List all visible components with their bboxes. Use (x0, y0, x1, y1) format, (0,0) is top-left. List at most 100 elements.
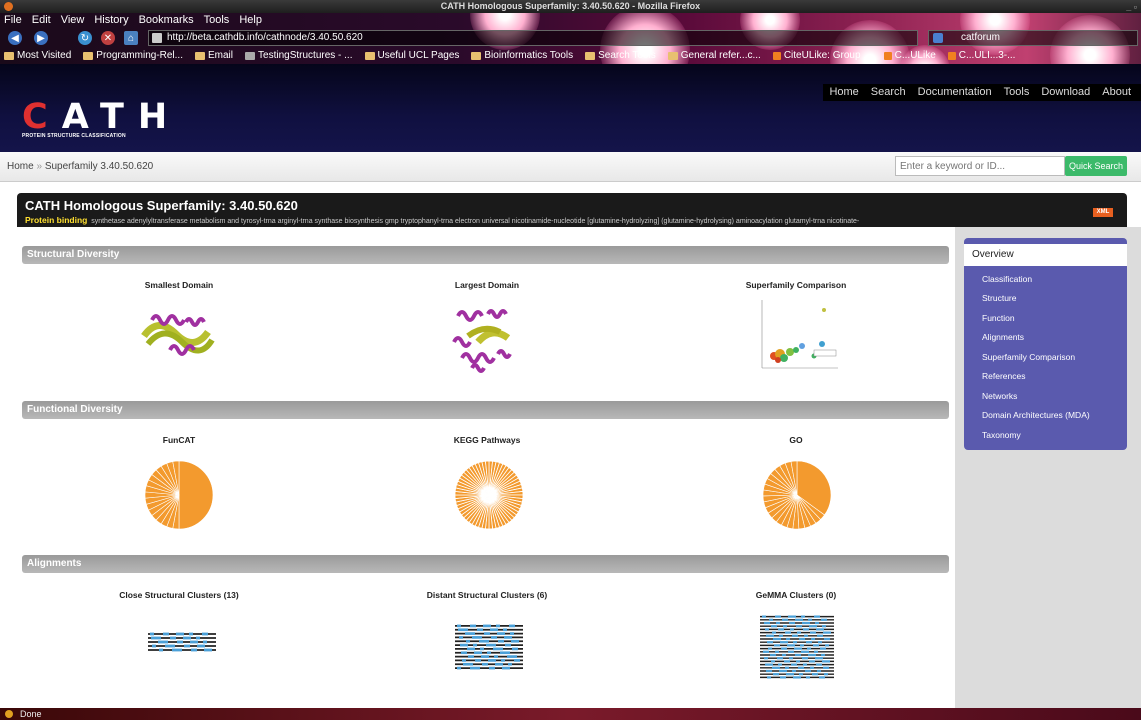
bookmark-label: Bioinformatics Tools (484, 50, 574, 61)
sidebar-item-classification[interactable]: Classification (982, 274, 1032, 284)
keyword-search-input[interactable] (895, 156, 1065, 176)
window-controls[interactable]: _ ▫ (1126, 1, 1137, 14)
bookmark-item[interactable]: Programming-Rel... (79, 48, 191, 64)
bookmark-item[interactable]: Useful UCL Pages (361, 48, 468, 64)
alignment-block (804, 634, 808, 637)
menu-file[interactable]: File (4, 13, 22, 28)
sidebar-item-superfamily-comparison[interactable]: Superfamily Comparison (982, 352, 1075, 362)
largest-domain-image[interactable] (448, 302, 518, 376)
bookmark-item[interactable]: C...ULI...3-... (944, 48, 1024, 64)
menu-edit[interactable]: Edit (32, 13, 51, 28)
sidebar-item-structure[interactable]: Structure (982, 293, 1017, 303)
alignment-block (489, 666, 495, 670)
alignment-block (816, 663, 822, 666)
alignment-block (820, 647, 826, 650)
bookmark-label: C...ULI...3-... (958, 50, 1016, 61)
close-clusters-alignment[interactable] (146, 632, 218, 652)
alignment-block (782, 653, 786, 657)
quick-search-button[interactable]: Quick Search (1065, 156, 1127, 176)
bookmark-item[interactable]: C...ULike (880, 48, 944, 64)
sidebar-item-taxonomy[interactable]: Taxonomy (982, 430, 1021, 440)
alignment-block (811, 637, 815, 641)
xml-button[interactable]: XML (1093, 208, 1113, 217)
bookmark-item[interactable]: Most Visited (0, 48, 79, 64)
stop-icon[interactable]: ✕ (101, 31, 115, 45)
alignment-block (802, 621, 810, 625)
alignment-block (459, 636, 463, 639)
status-text: Done (20, 709, 42, 719)
bookmark-item[interactable]: Bioinformatics Tools (467, 48, 581, 64)
alignment-block (779, 669, 787, 673)
menu-help[interactable]: Help (239, 13, 262, 28)
menu-tools[interactable]: Tools (204, 13, 230, 28)
sidebar-item-networks[interactable]: Networks (982, 391, 1017, 401)
alignment-block (819, 676, 825, 679)
folder-icon (83, 52, 94, 60)
nav-search[interactable]: Search (865, 84, 912, 101)
alignment-block (470, 624, 476, 628)
forward-icon[interactable]: ▶ (34, 31, 48, 45)
alignment-block (775, 650, 779, 653)
kegg-pie-chart[interactable] (453, 459, 525, 531)
cath-logo[interactable]: CATH (22, 97, 181, 137)
bookmark-item[interactable]: General refer...c... (664, 48, 769, 64)
column-title: Superfamily Comparison (745, 280, 847, 290)
menu-view[interactable]: View (61, 13, 85, 28)
bookmark-item[interactable]: TestingStructures - ... (241, 48, 360, 64)
funcat-pie-chart[interactable] (143, 459, 215, 531)
alignment-block (468, 655, 474, 658)
alignment-block (769, 618, 773, 621)
alignment-block (511, 639, 519, 643)
sidebar-item-function[interactable]: Function (982, 313, 1015, 323)
keyword-line: Protein binding synthetase adenylyltrans… (25, 215, 1085, 225)
sidebar-item-references[interactable]: References (982, 371, 1025, 381)
alignment-block (817, 634, 823, 637)
bookmark-item[interactable]: Email (191, 48, 241, 64)
nav-about[interactable]: About (1096, 84, 1137, 101)
alignment-block (196, 636, 200, 640)
sidebar-item-alignments[interactable]: Alignments (982, 332, 1024, 342)
alignment-block (463, 662, 469, 666)
nav-documentation[interactable]: Documentation (912, 84, 998, 101)
alignment-block (766, 634, 774, 637)
alignment-block (775, 615, 781, 618)
site-identity-icon[interactable] (152, 33, 162, 43)
reload-icon[interactable]: ↻ (78, 31, 92, 45)
bookmark-label: Most Visited (17, 50, 72, 61)
browser-search-input[interactable]: catforum (928, 30, 1138, 46)
gemma-clusters-alignment[interactable] (758, 615, 836, 679)
back-icon[interactable]: ◀ (8, 31, 22, 45)
bookmark-item[interactable]: Search Tools (581, 48, 664, 64)
alignment-block (512, 647, 518, 651)
home-icon[interactable]: ⌂ (124, 31, 138, 45)
url-bar[interactable]: http://beta.cathdb.info/cathnode/3.40.50… (148, 30, 918, 46)
smallest-domain-image[interactable] (138, 306, 218, 362)
alignment-block (492, 643, 496, 647)
folder-icon (364, 52, 375, 60)
bookmark-item[interactable]: CiteULike: Group ... (769, 48, 880, 64)
window-titlebar: CATH Homologous Superfamily: 3.40.50.620… (0, 0, 1141, 13)
keyword-list[interactable]: synthetase adenylyltransferase metabolis… (91, 218, 859, 225)
column-title: Close Structural Clusters (13) (119, 590, 239, 600)
distant-clusters-alignment[interactable] (453, 624, 525, 670)
nav-home[interactable]: Home (823, 84, 864, 101)
alignment-block (189, 632, 193, 636)
go-pie-chart[interactable] (761, 459, 833, 531)
superfamily-comparison-plot[interactable] (756, 298, 840, 376)
breadcrumb-home[interactable]: Home (7, 161, 34, 172)
search-engine-icon[interactable] (933, 33, 943, 43)
nav-tools[interactable]: Tools (998, 84, 1036, 101)
alignment-block (457, 666, 461, 670)
alignment-block (494, 655, 498, 658)
sidebar-item-mda[interactable]: Domain Architectures (MDA) (982, 410, 1090, 420)
alignment-block (165, 644, 171, 648)
alignment-block (785, 631, 791, 634)
menu-history[interactable]: History (94, 13, 128, 28)
menu-bookmarks[interactable]: Bookmarks (139, 13, 194, 28)
alignment-block (793, 641, 797, 644)
alignment-block (172, 648, 178, 652)
site-nav: Home Search Documentation Tools Download… (823, 84, 1141, 101)
keyword-highlight[interactable]: Protein binding (25, 215, 87, 225)
sidebar-item-overview[interactable]: Overview (964, 244, 1127, 266)
nav-download[interactable]: Download (1035, 84, 1096, 101)
